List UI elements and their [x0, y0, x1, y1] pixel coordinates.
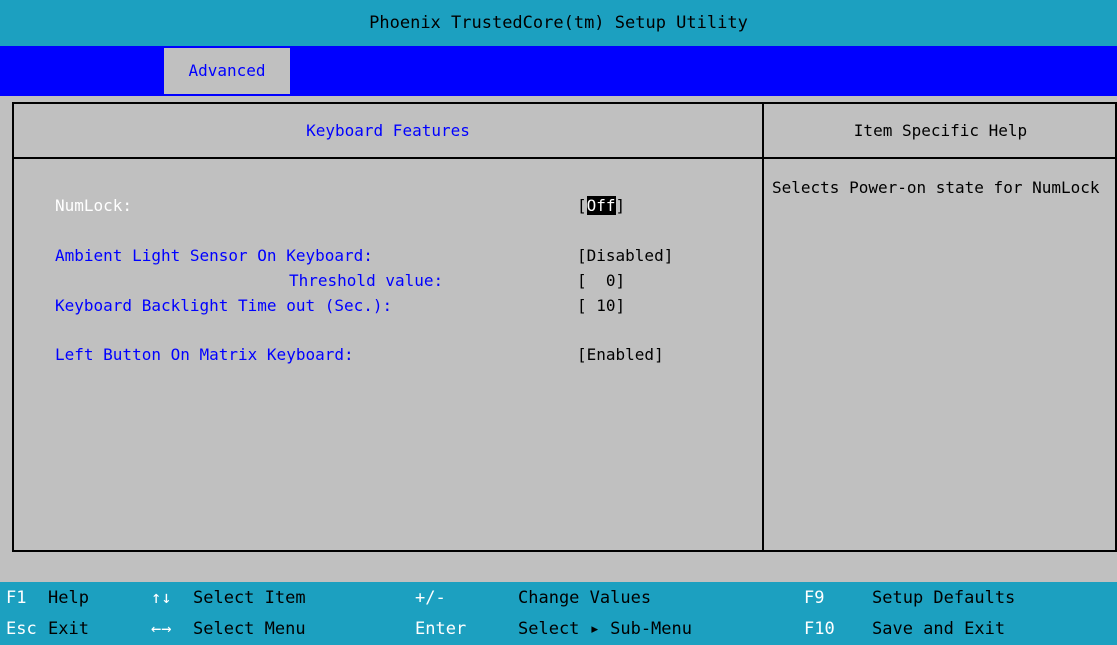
footer-keybar: F1 Help ↑↓ Select Item +/- Change Values…	[0, 582, 1117, 645]
setting-label-threshold-value[interactable]: Threshold value:	[289, 271, 443, 290]
key-leftright-desc: Select Menu	[193, 619, 306, 639]
main-panel	[12, 102, 1117, 552]
setting-label-keyboard-backlight-timeout[interactable]: Keyboard Backlight Time out (Sec.):	[55, 296, 392, 315]
bracket-open: [	[577, 196, 587, 215]
setting-label-left-button-matrix[interactable]: Left Button On Matrix Keyboard:	[55, 345, 354, 364]
key-f9: F9	[804, 588, 825, 608]
setting-value-keyboard-backlight-timeout[interactable]: [ 10]	[577, 296, 625, 315]
key-enter-desc: Select ▸ Sub-Menu	[518, 619, 692, 639]
panel-divider-vertical	[762, 102, 764, 552]
key-f10-desc: Save and Exit	[872, 619, 1006, 639]
key-plus-minus-desc: Change Values	[518, 588, 652, 608]
key-f9-desc: Setup Defaults	[872, 588, 1016, 608]
setting-value-ambient-light-sensor[interactable]: [Disabled]	[577, 246, 673, 265]
arrow-leftright-icon: ←→	[151, 619, 172, 639]
key-esc: Esc	[6, 619, 37, 639]
setting-value-numlock[interactable]: [Off]	[577, 196, 625, 215]
key-updown-desc: Select Item	[193, 588, 306, 608]
key-f10: F10	[804, 619, 835, 639]
tab-advanced[interactable]: Advanced	[164, 48, 290, 94]
numlock-selected-value[interactable]: Off	[586, 196, 616, 215]
help-text: Selects Power-on state for NumLock	[772, 178, 1100, 197]
help-title: Item Specific Help	[853, 121, 1028, 140]
key-f1: F1	[6, 588, 27, 608]
setting-value-threshold-value[interactable]: [ 0]	[577, 271, 625, 290]
key-f1-desc: Help	[48, 588, 89, 608]
arrow-updown-icon: ↑↓	[151, 588, 172, 608]
section-title: Keyboard Features	[306, 121, 470, 140]
setting-label-numlock: NumLock:	[55, 196, 133, 215]
bracket-close: ]	[615, 196, 626, 215]
panel-divider-horizontal	[12, 157, 1117, 159]
key-esc-desc: Exit	[48, 619, 89, 639]
window-title: Phoenix TrustedCore(tm) Setup Utility	[0, 0, 1117, 46]
setting-label-ambient-light-sensor[interactable]: Ambient Light Sensor On Keyboard:	[55, 246, 373, 265]
key-enter: Enter	[415, 619, 467, 639]
setting-value-left-button-matrix[interactable]: [Enabled]	[577, 345, 664, 364]
key-plus-minus: +/-	[415, 588, 446, 608]
